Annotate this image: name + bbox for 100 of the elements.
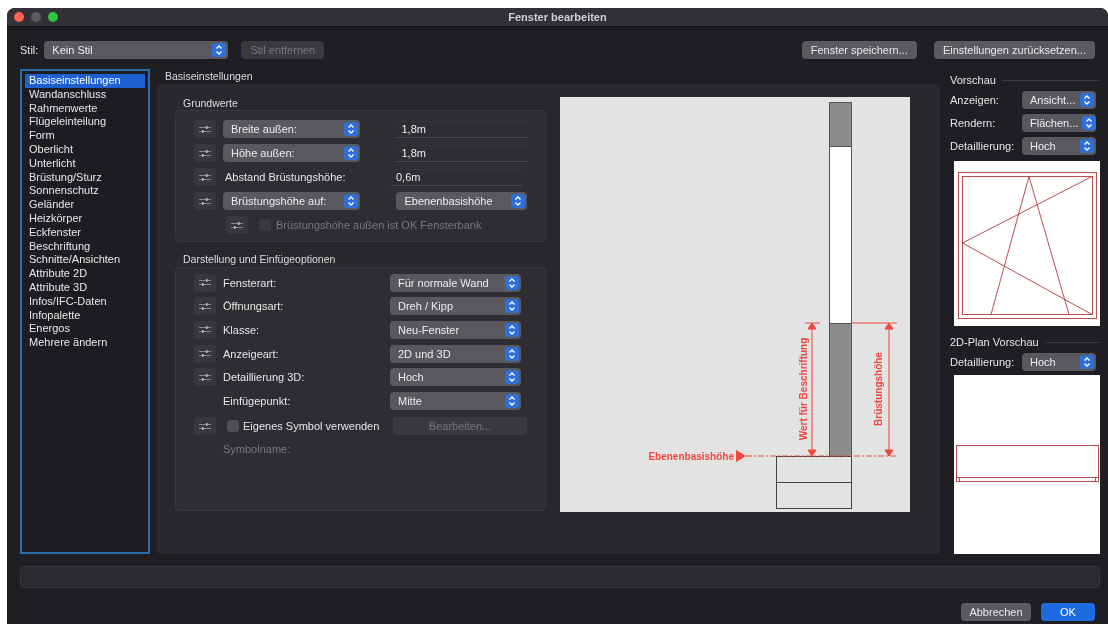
field-label: Anzeigeart: <box>223 347 280 360</box>
preview-dropdown[interactable]: Ansicht... <box>1022 90 1096 109</box>
sidebar-item[interactable]: Schnitte/Ansichten <box>25 253 145 268</box>
sidebar-item[interactable]: Energos <box>25 322 145 337</box>
chevron-icon <box>344 194 359 208</box>
option-dropdown[interactable]: Neu-Fenster <box>390 321 521 339</box>
checkbox-label: Eigenes Symbol verwenden <box>243 420 381 433</box>
sliders-button[interactable] <box>194 192 216 210</box>
sidebar-item[interactable]: Geländer <box>25 198 145 212</box>
sliders-icon <box>199 124 211 134</box>
checkbox-label: Brüstungshöhe außen ist OK Fensterbank <box>276 219 482 231</box>
sidebar-item[interactable]: Infopalette <box>25 308 145 323</box>
sliders-button[interactable] <box>194 368 216 387</box>
save-window-button[interactable]: Fenster speichern... <box>801 41 917 59</box>
zoom-button[interactable] <box>48 12 58 22</box>
reference-dropdown[interactable]: Ebenenbasishöhe <box>396 192 527 210</box>
sliders-button[interactable] <box>194 144 216 162</box>
group-title: Grundwerte <box>182 97 239 110</box>
sliders-button[interactable] <box>194 168 216 186</box>
sliders-icon <box>199 148 211 158</box>
sidebar-item[interactable]: Form <box>25 129 145 143</box>
sidebar-item[interactable]: Eckfenster <box>25 225 145 240</box>
preview-dropdown[interactable]: Hoch <box>1022 136 1096 155</box>
sidebar-item[interactable]: Beschriftung <box>25 239 145 254</box>
sliders-button[interactable] <box>194 273 216 292</box>
value-field[interactable]: 1,8m <box>396 120 527 138</box>
close-button[interactable] <box>14 12 24 22</box>
chevron-icon <box>505 370 519 385</box>
sidebar-item[interactable]: Unterlicht <box>25 156 145 171</box>
chevron-icon <box>505 275 519 290</box>
field-label: Detaillierung: <box>950 139 1016 152</box>
sidebar-item[interactable]: Heizkörper <box>25 211 145 226</box>
sliders-icon <box>199 349 211 359</box>
sliders-icon <box>199 421 211 431</box>
sidebar-item[interactable]: Basiseinstellungen <box>25 74 145 88</box>
chevron-icon <box>505 299 519 314</box>
style-label: Stil: <box>20 44 39 56</box>
field-label: Detaillierung: <box>950 355 1016 368</box>
sliders-button[interactable] <box>194 321 216 339</box>
field-label: Klasse: <box>223 324 261 336</box>
sidebar-item[interactable]: Flügeleinteilung <box>25 115 145 130</box>
sidebar-item[interactable]: Wandanschluss <box>25 87 145 102</box>
chevron-icon <box>505 323 519 337</box>
sliders-button[interactable] <box>194 344 216 363</box>
sliders-icon <box>199 372 211 382</box>
sliders-icon <box>199 196 211 206</box>
sidebar-item[interactable]: Attribute 3D <box>25 280 145 295</box>
section-title: Vorschau <box>950 74 996 86</box>
chevron-icon <box>1082 115 1097 130</box>
field-label: Rendern: <box>950 116 997 129</box>
dimension-label: Wert für Beschriftung <box>798 337 809 441</box>
sliders-button[interactable] <box>194 417 216 436</box>
group-title: Darstellung und Einfügeoptionen <box>182 253 337 267</box>
sidebar-item[interactable]: Rahmenwerte <box>25 101 145 116</box>
reset-settings-button[interactable]: Einstellungen zurücksetzen... <box>933 41 1095 59</box>
sliders-button[interactable] <box>194 120 216 138</box>
sliders-icon <box>231 220 243 230</box>
cancel-button[interactable]: Abbrechen <box>961 603 1031 621</box>
chevron-icon <box>212 43 227 57</box>
sidebar-item[interactable]: Attribute 2D <box>25 267 145 281</box>
section-title: 2D-Plan Vorschau <box>950 336 1039 348</box>
sidebar-item[interactable]: Brüstung/Sturz <box>25 170 145 185</box>
field-label: Detaillierung 3D: <box>223 371 306 384</box>
sidebar-item[interactable]: Oberlicht <box>25 143 145 157</box>
field-label: Abstand Brüstungshöhe: <box>225 171 347 183</box>
value-field[interactable]: 1,8m <box>396 144 527 162</box>
sliders-icon <box>199 278 211 288</box>
chevron-icon <box>1080 354 1094 369</box>
section-title: Basiseinstellungen <box>164 69 254 84</box>
option-dropdown[interactable]: Dreh / Kipp <box>390 297 521 316</box>
minimize-button[interactable] <box>31 12 41 22</box>
window-title: Fenster bearbeiten <box>508 11 607 23</box>
chevron-icon <box>344 146 359 160</box>
ok-button[interactable]: OK <box>1041 603 1095 621</box>
sidebar-item[interactable]: Infos/IFC-Daten <box>25 294 145 309</box>
sliders-icon <box>199 172 211 182</box>
option-dropdown[interactable]: Hoch <box>390 368 521 387</box>
base-level-label: Ebenenbasishöhe <box>648 451 734 462</box>
field-label: Einfügepunkt: <box>223 394 292 407</box>
value-field[interactable]: 0,6m <box>391 168 522 186</box>
option-dropdown[interactable]: 2D und 3D <box>390 344 521 363</box>
chevron-icon <box>505 393 519 408</box>
parameter-dropdown[interactable]: Brüstungshöhe auf: <box>223 192 361 210</box>
sidebar-item[interactable]: Sonnenschutz <box>25 184 145 199</box>
parameter-dropdown[interactable]: Breite außen: <box>223 120 361 138</box>
field-label: Öffnungsart: <box>223 300 285 313</box>
sliders-button[interactable] <box>226 216 248 234</box>
preview-dropdown[interactable]: Hoch <box>1022 352 1096 371</box>
field-label: Fensterart: <box>223 276 278 289</box>
sliders-icon <box>199 301 211 311</box>
style-dropdown[interactable]: Kein Stil <box>44 41 229 59</box>
chevron-icon <box>1080 92 1094 107</box>
option-dropdown[interactable]: Für normale Wand <box>390 273 521 292</box>
parameter-dropdown[interactable]: Höhe außen: <box>223 144 361 162</box>
sliders-icon <box>199 325 211 335</box>
preview-dropdown[interactable]: Flächen... <box>1022 113 1096 132</box>
chevron-icon <box>511 194 525 208</box>
option-dropdown[interactable]: Mitte <box>390 391 521 410</box>
sliders-button[interactable] <box>194 297 216 316</box>
sidebar-item[interactable]: Mehrere ändern <box>25 336 145 350</box>
